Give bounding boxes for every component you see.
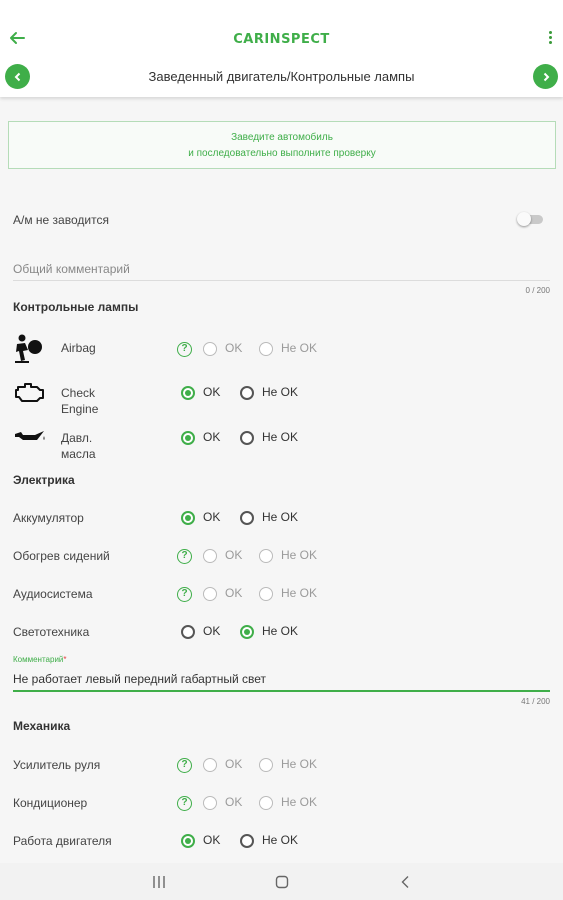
radio-label-ok: OK (203, 510, 221, 524)
radio-label-not-ok: Не OK (262, 624, 299, 638)
warning-light-label: Airbag (61, 341, 96, 355)
radio-label-ok: OK (225, 586, 243, 600)
help-icon[interactable]: ? (177, 587, 192, 602)
oil-pressure-label-line-1: Давл. (61, 431, 93, 445)
next-section-button[interactable] (533, 64, 558, 89)
app-logo: CARINSPECT (233, 32, 330, 47)
radio-label-not-ok: Не OK (281, 757, 318, 771)
airbag-ok-radio[interactable] (203, 342, 217, 356)
radio-label-ok: OK (203, 624, 221, 638)
radio-label-not-ok: Не OK (262, 385, 299, 399)
audio-ok-radio[interactable] (203, 587, 217, 601)
help-icon[interactable]: ? (177, 342, 192, 357)
radio-label-ok: OK (203, 430, 221, 444)
system-navigation-bar (0, 863, 563, 900)
comment-underline (13, 690, 550, 692)
seat-heating-not-ok-radio[interactable] (259, 549, 273, 563)
not-starting-toggle[interactable] (517, 212, 545, 226)
radio-label-not-ok: Не OK (281, 341, 318, 355)
check-item-label: Усилитель руля (13, 758, 101, 772)
section-title: Заведенный двигатель/Контрольные лампы (148, 69, 415, 84)
air-conditioner-ok-radio[interactable] (203, 796, 217, 810)
check-item-label: Работа двигателя (13, 834, 112, 848)
electrics-heading: Электрика (13, 473, 75, 487)
back-icon[interactable] (399, 875, 413, 889)
check-item-label: Аккумулятор (13, 511, 84, 525)
check-item-label: Обогрев сидений (13, 549, 110, 563)
check-engine-label-line-2: Engine (61, 402, 99, 416)
check-item-label: Кондиционер (13, 796, 88, 810)
oil-pressure-icon (15, 431, 45, 440)
warning-light-label: Check Engine (61, 385, 98, 417)
chevron-right-icon (543, 72, 549, 81)
oil-pressure-label-line-2: масла (61, 447, 96, 461)
oil-pressure-ok-radio[interactable] (181, 431, 195, 445)
radio-label-ok: OK (225, 548, 243, 562)
check-engine-ok-radio[interactable] (181, 386, 195, 400)
app-bar: CARINSPECT Заведенный двигатель/Контроль… (0, 0, 563, 97)
radio-label-ok: OK (203, 833, 221, 847)
more-menu-icon[interactable] (547, 31, 553, 47)
oil-pressure-not-ok-radio[interactable] (240, 431, 254, 445)
lighting-not-ok-radio[interactable] (240, 625, 254, 639)
power-steering-not-ok-radio[interactable] (259, 758, 273, 772)
help-icon[interactable]: ? (177, 796, 192, 811)
comment-label-text: Комментарий (13, 655, 64, 664)
general-comment-underline (13, 280, 550, 281)
hint-line-2: и последовательно выполните проверку (188, 148, 376, 159)
engine-operation-ok-radio[interactable] (181, 834, 195, 848)
warning-lights-heading: Контрольные лампы (13, 300, 139, 314)
not-starting-label: А/м не заводится (13, 213, 109, 227)
hint-line-1: Заведите автомобиль (231, 132, 333, 143)
engine-operation-not-ok-radio[interactable] (240, 834, 254, 848)
check-item-label: Аудиосистема (13, 587, 93, 601)
check-engine-icon (15, 383, 44, 402)
lighting-ok-radio[interactable] (181, 625, 195, 639)
radio-label-not-ok: Не OK (281, 586, 318, 600)
radio-label-not-ok: Не OK (281, 795, 318, 809)
recents-icon[interactable] (152, 875, 166, 889)
instruction-hint: Заведите автомобиль и последовательно вы… (8, 121, 556, 169)
comment-counter: 41 / 200 (521, 697, 550, 706)
radio-label-ok: OK (225, 795, 243, 809)
mechanics-heading: Механика (13, 719, 71, 733)
radio-label-not-ok: Не OK (262, 430, 299, 444)
comment-field-label: Комментарий* (13, 655, 67, 664)
help-icon[interactable]: ? (177, 758, 192, 773)
airbag-not-ok-radio[interactable] (259, 342, 273, 356)
radio-label-ok: OK (203, 385, 221, 399)
check-item-label: Светотехника (13, 625, 90, 639)
check-engine-not-ok-radio[interactable] (240, 386, 254, 400)
airbag-icon (15, 334, 42, 363)
check-engine-label-line-1: Check (61, 386, 96, 400)
general-comment-counter: 0 / 200 (525, 286, 550, 295)
audio-not-ok-radio[interactable] (259, 587, 273, 601)
radio-label-not-ok: Не OK (262, 833, 299, 847)
radio-label-not-ok: Не OK (281, 548, 318, 562)
battery-not-ok-radio[interactable] (240, 511, 254, 525)
air-conditioner-not-ok-radio[interactable] (259, 796, 273, 810)
home-icon[interactable] (275, 875, 289, 889)
seat-heating-ok-radio[interactable] (203, 549, 217, 563)
radio-label-not-ok: Не OK (262, 510, 299, 524)
radio-label-ok: OK (225, 757, 243, 771)
general-comment-input[interactable]: Общий комментарий (13, 262, 130, 276)
help-icon[interactable]: ? (177, 549, 192, 564)
power-steering-ok-radio[interactable] (203, 758, 217, 772)
comment-input[interactable]: Не работает левый передний габартный све… (13, 672, 266, 686)
radio-label-ok: OK (225, 341, 243, 355)
required-mark: * (63, 655, 67, 664)
battery-ok-radio[interactable] (181, 511, 195, 525)
warning-light-label: Давл. масла (61, 430, 96, 462)
